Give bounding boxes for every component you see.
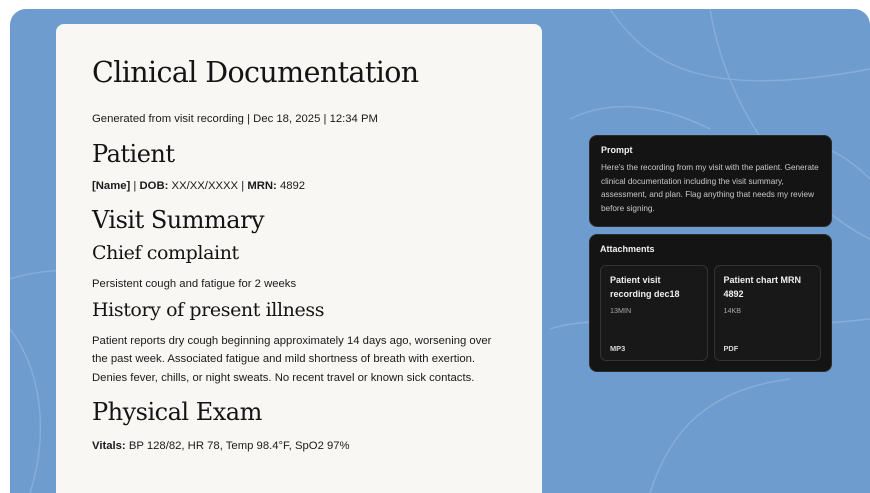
clinical-document: Clinical Documentation Generated from vi… bbox=[56, 24, 542, 493]
prompt-title: Prompt bbox=[601, 145, 633, 155]
attachments-panel: Attachments Patient visit recording dec1… bbox=[589, 234, 832, 372]
dob-value: XX/XX/XXXX bbox=[168, 179, 239, 192]
document-title: Clinical Documentation bbox=[92, 56, 419, 89]
attachment-name: Patient visit recording dec18 bbox=[610, 275, 680, 299]
attachment-name: Patient chart MRN 4892 bbox=[723, 275, 802, 299]
background-canvas: Clinical Documentation Generated from vi… bbox=[10, 9, 870, 493]
hpi-heading: History of present illness bbox=[92, 298, 325, 321]
patient-heading: Patient bbox=[92, 139, 175, 168]
visit-summary-heading: Visit Summary bbox=[92, 206, 265, 234]
separator: | bbox=[238, 179, 248, 192]
mrn-value: 4892 bbox=[276, 179, 306, 192]
patient-info-line: [Name] | DOB: XX/XX/XXXX | MRN: 4892 bbox=[92, 177, 506, 196]
attachment-card-recording[interactable]: Patient visit recording dec18 13MIN MP3 bbox=[600, 265, 708, 361]
attachment-size: 14KB bbox=[723, 306, 742, 315]
attachment-type: PDF bbox=[723, 344, 739, 353]
patient-name: [Name] bbox=[92, 179, 131, 192]
vitals-line: Vitals: BP 128/82, HR 78, Temp 98.4°F, S… bbox=[92, 437, 506, 456]
prompt-text: Here's the recording from my visit with … bbox=[601, 163, 819, 213]
physical-exam-heading: Physical Exam bbox=[92, 398, 262, 426]
vitals-value: BP 128/82, HR 78, Temp 98.4°F, SpO2 97% bbox=[125, 440, 350, 452]
mrn-label: MRN: bbox=[247, 179, 277, 192]
attachments-title: Attachments bbox=[600, 244, 655, 254]
vitals-label: Vitals: bbox=[92, 440, 126, 452]
hpi-text: Patient reports dry cough beginning appr… bbox=[92, 334, 492, 384]
prompt-panel: Prompt Here's the recording from my visi… bbox=[589, 135, 832, 227]
separator: | bbox=[130, 179, 140, 192]
document-subtitle: Generated from visit recording | Dec 18,… bbox=[92, 113, 378, 125]
dob-label: DOB: bbox=[139, 179, 169, 192]
chief-complaint-heading: Chief complaint bbox=[92, 242, 239, 264]
attachment-size: 13MIN bbox=[610, 306, 632, 315]
attachment-type: MP3 bbox=[610, 344, 626, 353]
chief-complaint-text: Persistent cough and fatigue for 2 weeks bbox=[92, 278, 297, 290]
attachment-card-chart[interactable]: Patient chart MRN 4892 14KB PDF bbox=[713, 265, 821, 361]
